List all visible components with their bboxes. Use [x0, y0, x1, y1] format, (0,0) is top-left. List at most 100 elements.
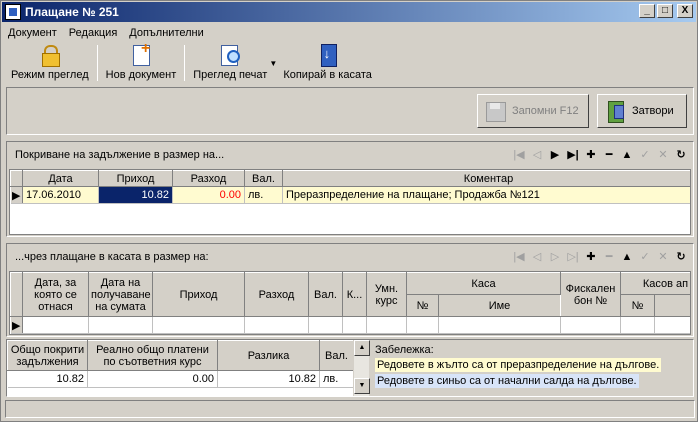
- col-income[interactable]: Приход: [98, 170, 173, 187]
- scroll-down-icon[interactable]: ▼: [354, 378, 370, 394]
- print-preview-button[interactable]: Преглед печат: [188, 43, 272, 83]
- cell-date[interactable]: 17.06.2010: [22, 186, 99, 204]
- col-difference[interactable]: Разлика: [217, 340, 320, 371]
- up-icon[interactable]: ▲: [619, 249, 635, 265]
- cell-empty[interactable]: [654, 316, 690, 334]
- debt-section: Покриване на задължение в размер на... |…: [6, 141, 694, 237]
- col-k[interactable]: К...: [342, 272, 367, 317]
- close-button[interactable]: Затвори: [597, 94, 687, 128]
- cell-empty[interactable]: [244, 316, 309, 334]
- table-row[interactable]: ▶: [10, 316, 690, 334]
- col-cash-op-group[interactable]: Касов ап: [620, 272, 690, 295]
- new-document-button[interactable]: Нов документ: [101, 40, 182, 83]
- col-currency[interactable]: Вал.: [244, 170, 283, 187]
- col-cash-currency[interactable]: Вал.: [308, 272, 343, 317]
- prev-icon[interactable]: ◁: [529, 249, 545, 265]
- scroll-up-icon[interactable]: ▲: [354, 340, 370, 356]
- cancel-icon[interactable]: ✕: [655, 147, 671, 163]
- cell-totals-currency[interactable]: лв.: [319, 370, 353, 388]
- cash-nav: |◀ ◁ ▷ ▷| ✚ ━ ▲ ✓ ✕ ↻: [511, 249, 689, 265]
- copy-to-cash-button[interactable]: Копирай в касата: [278, 43, 377, 83]
- col-cash-group[interactable]: Каса: [406, 272, 561, 295]
- cell-income[interactable]: 10.82: [98, 186, 173, 204]
- col-cash-no[interactable]: №: [406, 294, 439, 317]
- cell-expense[interactable]: 0.00: [172, 186, 245, 204]
- col-date-for[interactable]: Дата, за която се отнася: [22, 272, 89, 317]
- cell-empty[interactable]: [366, 316, 407, 334]
- add-icon[interactable]: ✚: [583, 147, 599, 163]
- maximize-button[interactable]: □: [657, 4, 673, 18]
- col-cash-name[interactable]: Име: [438, 294, 561, 317]
- confirm-icon[interactable]: ✓: [637, 147, 653, 163]
- refresh-icon[interactable]: ↻: [673, 147, 689, 163]
- table-row[interactable]: 10.82 0.00 10.82 лв.: [7, 370, 353, 388]
- col-totals-currency[interactable]: Вал.: [319, 340, 353, 371]
- debt-grid: Дата Приход Разход Вал. Коментар ▶ 17.06…: [9, 169, 691, 235]
- debt-nav: |◀ ◁ ▶ ▶| ✚ ━ ▲ ✓ ✕ ↻: [511, 147, 689, 163]
- cell-currency[interactable]: лв.: [244, 186, 283, 204]
- next-icon[interactable]: ▶: [547, 147, 563, 163]
- cell-covered[interactable]: 10.82: [7, 370, 88, 388]
- payment-window: Плащане № 251 _ □ X Документ Редакция До…: [0, 0, 698, 422]
- col-cash-op-extra[interactable]: [654, 294, 690, 317]
- first-icon[interactable]: |◀: [511, 147, 527, 163]
- cash-section: ...чрез плащане в касата в размер на: |◀…: [6, 243, 694, 337]
- col-paid[interactable]: Реално общо платени по съответния курс: [87, 340, 218, 371]
- col-cash-expense[interactable]: Разход: [244, 272, 309, 317]
- menu-edit[interactable]: Редакция: [69, 27, 117, 39]
- cell-empty[interactable]: [406, 316, 439, 334]
- table-row[interactable]: ▶ 17.06.2010 10.82 0.00 лв. Преразпредел…: [10, 186, 690, 204]
- close-window-button[interactable]: X: [677, 4, 693, 18]
- print-dropdown-arrow-icon[interactable]: ▼: [268, 43, 278, 83]
- add-icon[interactable]: ✚: [583, 249, 599, 265]
- confirm-icon[interactable]: ✓: [637, 249, 653, 265]
- cell-empty[interactable]: [22, 316, 89, 334]
- cell-empty[interactable]: [560, 316, 621, 334]
- last-icon[interactable]: ▷|: [565, 249, 581, 265]
- menu-document[interactable]: Документ: [8, 27, 57, 39]
- col-date-received[interactable]: Дата на получаване на сумата: [88, 272, 153, 317]
- first-icon[interactable]: |◀: [511, 249, 527, 265]
- save-label: Запомни F12: [512, 105, 579, 117]
- save-button[interactable]: Запомни F12: [477, 94, 589, 128]
- totals-scrollbar[interactable]: ▲ ▼: [353, 340, 370, 396]
- next-icon[interactable]: ▷: [547, 249, 563, 265]
- totals-grid: Общо покрити задължения Реално общо плат…: [7, 340, 353, 396]
- col-cash-op-no[interactable]: №: [620, 294, 655, 317]
- delete-icon[interactable]: ━: [601, 147, 617, 163]
- row-indicator-header: [10, 272, 23, 317]
- cell-empty[interactable]: [342, 316, 367, 334]
- menu-additional[interactable]: Допълнителни: [129, 27, 203, 39]
- current-row-arrow-icon: ▶: [10, 186, 23, 204]
- print-preview-label: Преглед печат: [193, 69, 268, 81]
- col-rate[interactable]: Умн. курс: [366, 272, 407, 317]
- new-document-icon: [130, 40, 152, 66]
- last-icon[interactable]: ▶|: [565, 147, 581, 163]
- cell-empty[interactable]: [88, 316, 153, 334]
- exit-door-icon: [604, 100, 626, 123]
- totals-section: Общо покрити задължения Реално общо плат…: [6, 339, 694, 397]
- col-covered[interactable]: Общо покрити задължения: [7, 340, 88, 371]
- cell-paid[interactable]: 0.00: [87, 370, 218, 388]
- col-date[interactable]: Дата: [22, 170, 99, 187]
- col-fiscal[interactable]: Фискален бон №: [560, 272, 621, 317]
- prev-icon[interactable]: ◁: [529, 147, 545, 163]
- col-cash-income[interactable]: Приход: [152, 272, 245, 317]
- cell-empty[interactable]: [620, 316, 655, 334]
- cell-comment[interactable]: Преразпределение на плащане; Продажба №1…: [282, 186, 690, 204]
- cell-difference[interactable]: 10.82: [217, 370, 320, 388]
- note-blue-rows: Редовете в синьо са от начални салда на …: [375, 374, 639, 388]
- delete-icon[interactable]: ━: [601, 249, 617, 265]
- refresh-icon[interactable]: ↻: [673, 249, 689, 265]
- cancel-icon[interactable]: ✕: [655, 249, 671, 265]
- col-comment[interactable]: Коментар: [282, 170, 690, 187]
- minimize-button[interactable]: _: [639, 4, 655, 18]
- col-expense[interactable]: Разход: [172, 170, 245, 187]
- cell-empty[interactable]: [438, 316, 561, 334]
- view-mode-button[interactable]: Режим преглед: [6, 43, 94, 83]
- title-bar[interactable]: Плащане № 251 _ □ X: [2, 2, 696, 22]
- cell-empty[interactable]: [308, 316, 343, 334]
- up-icon[interactable]: ▲: [619, 147, 635, 163]
- copy-down-icon: [317, 44, 339, 67]
- cell-empty[interactable]: [152, 316, 245, 334]
